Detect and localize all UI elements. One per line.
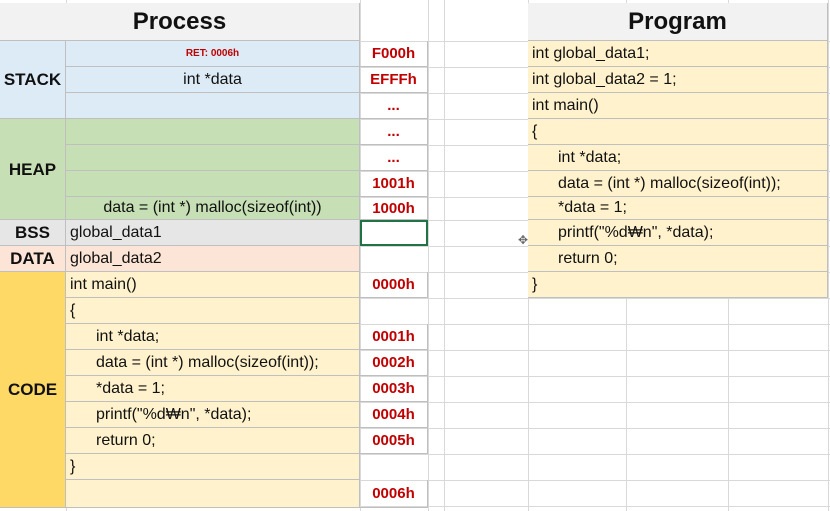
stack-cell-empty[interactable] bbox=[66, 93, 360, 119]
process-title: Process bbox=[0, 3, 360, 41]
segment-label-bss: BSS bbox=[0, 220, 66, 246]
program-line[interactable]: data = (int *) malloc(sizeof(int)); bbox=[528, 171, 828, 197]
segment-label-heap: HEAP bbox=[0, 119, 66, 220]
segment-label-code: CODE bbox=[0, 272, 66, 508]
heap-address-3[interactable]: 1000h bbox=[360, 197, 428, 220]
heap-cell[interactable] bbox=[66, 119, 360, 145]
data-cell[interactable]: global_data2 bbox=[66, 246, 360, 272]
code-cell[interactable]: int *data; bbox=[66, 324, 360, 350]
code-address-8[interactable]: 0006h bbox=[360, 480, 428, 508]
program-line[interactable]: int global_data2 = 1; bbox=[528, 67, 828, 93]
code-address-5[interactable]: 0004h bbox=[360, 402, 428, 428]
code-cell[interactable] bbox=[66, 480, 360, 508]
program-line[interactable]: } bbox=[528, 272, 828, 298]
code-cell[interactable]: { bbox=[66, 298, 360, 324]
stack-cell-ret[interactable]: RET: 0006h bbox=[66, 41, 360, 67]
stack-address-2[interactable]: ... bbox=[360, 93, 428, 119]
segment-label-data: DATA bbox=[0, 246, 66, 272]
program-line[interactable]: int global_data1; bbox=[528, 41, 828, 67]
code-cell[interactable]: int main() bbox=[66, 272, 360, 298]
move-cursor-icon: ✥ bbox=[518, 233, 529, 247]
code-address-6[interactable]: 0005h bbox=[360, 428, 428, 454]
code-cell[interactable]: data = (int *) malloc(sizeof(int)); bbox=[66, 350, 360, 376]
heap-address-2[interactable]: 1001h bbox=[360, 171, 428, 197]
heap-address-1[interactable]: ... bbox=[360, 145, 428, 171]
program-line[interactable]: *data = 1; bbox=[528, 197, 828, 220]
program-line[interactable]: printf("%d₩n", *data); bbox=[528, 220, 828, 246]
stack-cell-data[interactable]: int *data bbox=[66, 67, 360, 93]
segment-label-stack: STACK bbox=[0, 41, 66, 119]
code-address-3[interactable]: 0002h bbox=[360, 350, 428, 376]
code-address-4[interactable]: 0003h bbox=[360, 376, 428, 402]
code-cell[interactable]: printf("%d₩n", *data); bbox=[66, 402, 360, 428]
heap-cell-malloc[interactable]: data = (int *) malloc(sizeof(int)) bbox=[66, 197, 360, 220]
program-line[interactable]: { bbox=[528, 119, 828, 145]
program-line[interactable]: return 0; bbox=[528, 246, 828, 272]
code-cell[interactable]: return 0; bbox=[66, 428, 360, 454]
bss-cell[interactable]: global_data1 bbox=[66, 220, 360, 246]
program-line[interactable]: int *data; bbox=[528, 145, 828, 171]
code-cell[interactable]: *data = 1; bbox=[66, 376, 360, 402]
heap-cell[interactable] bbox=[66, 171, 360, 197]
code-address-2[interactable]: 0001h bbox=[360, 324, 428, 350]
selected-cell[interactable] bbox=[360, 220, 428, 246]
stack-address-1[interactable]: EFFFh bbox=[360, 67, 428, 93]
code-cell[interactable]: } bbox=[66, 454, 360, 480]
program-title: Program bbox=[528, 3, 828, 41]
code-address-0[interactable]: 0000h bbox=[360, 272, 428, 298]
heap-cell[interactable] bbox=[66, 145, 360, 171]
program-line[interactable]: int main() bbox=[528, 93, 828, 119]
heap-address-0[interactable]: ... bbox=[360, 119, 428, 145]
stack-address-0[interactable]: F000h bbox=[360, 41, 428, 67]
